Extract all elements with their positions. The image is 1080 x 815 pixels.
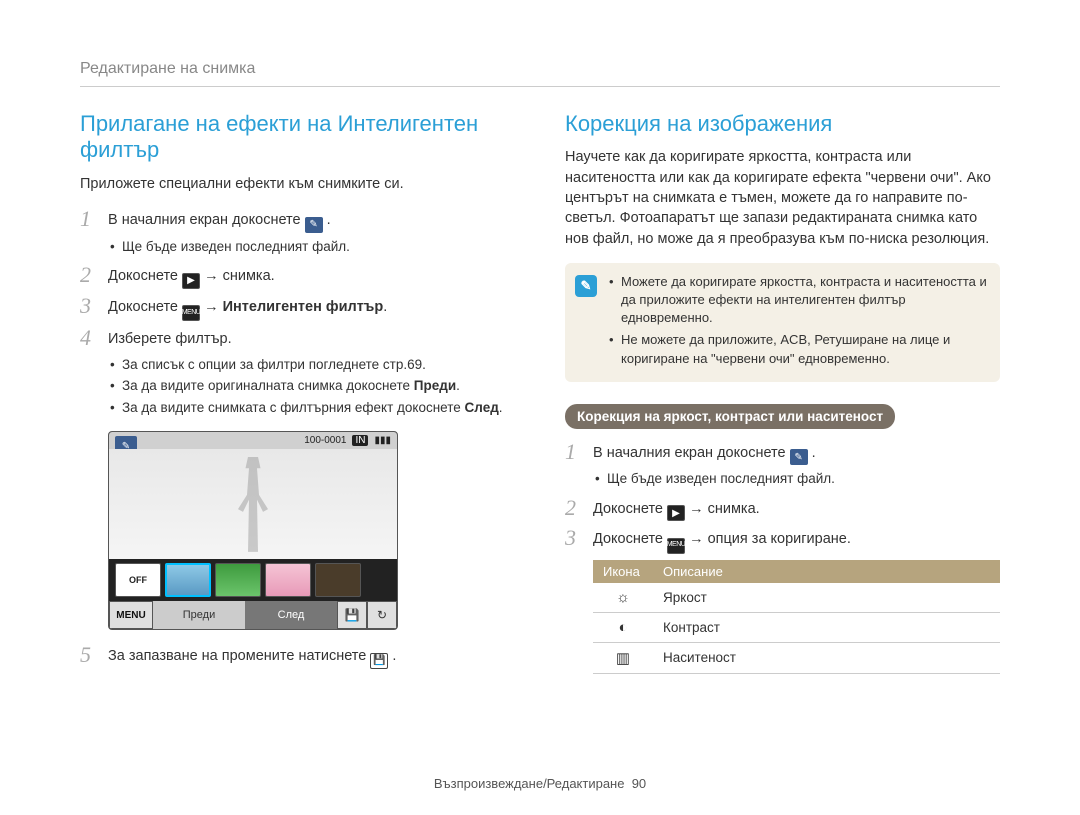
page-footer: Възпроизвеждане/Редактиране 90 [0,776,1080,791]
page-number: 90 [632,776,646,791]
left-column: Прилагане на ефекти на Интелигентен филт… [80,111,515,675]
left-step-5: 5 За запазване на промените натиснете 💾 … [80,644,515,669]
contrast-icon: ◐ [593,612,653,642]
step-text: Докоснете [593,531,667,547]
step-bullet: Ще бъде изведен последният файл. [108,237,515,257]
step-text: Докоснете [108,268,182,284]
camera-status-bar: ✎ 100-0001 IN ▮▮▮ [109,432,397,449]
step-number: 4 [80,327,98,349]
breadcrumb: Редактиране на снимка [80,60,1000,78]
filter-thumb[interactable] [315,563,361,597]
menu-button[interactable]: MENU [109,601,153,629]
save-button[interactable]: 💾 [337,601,367,629]
filter-thumbnails: OFF [109,559,397,601]
step-number: 3 [565,527,583,549]
step-bullet-bold: След [465,400,499,415]
note-box: ✎ Можете да коригирате яркостта, контрас… [565,263,1000,382]
step-text: В началния екран докоснете [108,212,305,228]
play-icon: ▶ [667,505,685,521]
step-text: Докоснете [108,299,182,315]
right-step-1: 1 В началния екран докоснете ✎ . Ще бъде… [565,441,1000,491]
step-bullet: Ще бъде изведен последният файл. [593,469,1000,489]
step-bullet-text: За да видите снимката с филтърния ефект … [122,400,465,415]
right-title: Корекция на изображения [565,111,1000,137]
top-divider [80,86,1000,87]
in-badge: IN [352,435,368,446]
rotate-button[interactable]: ↻ [367,601,397,629]
options-table: Икона Описание ☼ Яркост ◐ Контраст ▥ Нас… [593,560,1000,674]
step-number: 2 [565,497,583,519]
step-text: Изберете филтър. [108,331,232,347]
table-row: ◐ Контраст [593,612,1000,642]
edit-icon: ✎ [305,217,323,233]
step-text: Докоснете [593,501,667,517]
save-icon: 💾 [370,653,388,669]
camera-screenshot: ✎ 100-0001 IN ▮▮▮ OFF MENU Преди След [108,431,398,630]
before-button[interactable]: Преди [153,601,245,629]
right-intro: Научете как да коригирате яркостта, конт… [565,147,1000,248]
saturation-icon: ▥ [593,642,653,673]
footer-label: Възпроизвеждане/Редактиране [434,776,625,791]
step-bullet: За списък с опции за филтри погледнете с… [108,355,515,375]
table-row: ☼ Яркост [593,583,1000,613]
step-text: В началния екран докоснете [593,445,790,461]
step-text: → снимка. [204,268,275,284]
left-step-4: 4 Изберете филтър. За списък с опции за … [80,327,515,419]
cell-desc: Наситеност [653,642,1000,673]
step-text: → опция за коригиране. [689,531,851,547]
right-step-3: 3 Докоснете MENU → опция за коригиране. [565,527,1000,553]
right-column: Корекция на изображения Научете как да к… [565,111,1000,675]
step-number: 2 [80,264,98,286]
menu-icon: MENU [182,305,200,321]
th-icon: Икона [593,560,653,583]
file-counter: 100-0001 [304,435,346,446]
after-button[interactable]: След [245,601,337,629]
left-intro: Приложете специални ефекти към снимките … [80,174,515,194]
step-number: 3 [80,295,98,317]
cell-desc: Яркост [653,583,1000,613]
step-text: → снимка. [689,501,760,517]
filter-thumb[interactable] [265,563,311,597]
step-bold: Интелигентен филтър [223,299,384,315]
step-bullet: За да видите снимката с филтърния ефект … [108,398,515,418]
camera-bottom-bar: MENU Преди След 💾 ↻ [109,601,397,629]
step-text: За запазване на промените натиснете [108,648,370,664]
step-number: 5 [80,644,98,666]
table-row: ▥ Наситеност [593,642,1000,673]
note-item: Не можете да приложите, ACB, Ретуширане … [609,331,988,367]
cell-desc: Контраст [653,612,1000,642]
silhouette-icon [228,457,278,552]
filter-thumb[interactable] [215,563,261,597]
camera-preview [109,449,397,559]
step-number: 1 [80,208,98,230]
step-number: 1 [565,441,583,463]
menu-icon: MENU [667,538,685,554]
left-step-2: 2 Докоснете ▶ → снимка. [80,264,515,289]
play-icon: ▶ [182,273,200,289]
step-bullet-text: За да видите оригиналната снимка докосне… [122,378,414,393]
step-bullet: За да видите оригиналната снимка докосне… [108,376,515,396]
battery-icon: ▮▮▮ [374,435,391,446]
subsection-pill: Корекция на яркост, контраст или наситен… [565,404,895,429]
left-title: Прилагане на ефекти на Интелигентен филт… [80,111,515,164]
step-bullet-bold: Преди [414,378,456,393]
right-step-2: 2 Докоснете ▶ → снимка. [565,497,1000,522]
filter-off-thumb[interactable]: OFF [115,563,161,597]
edit-icon: ✎ [790,449,808,465]
note-item: Можете да коригирате яркостта, контраста… [609,273,988,328]
info-icon: ✎ [575,275,597,297]
left-step-3: 3 Докоснете MENU → Интелигентен филтър. [80,295,515,321]
filter-thumb[interactable] [165,563,211,597]
brightness-icon: ☼ [593,583,653,613]
left-step-1: 1 В началния екран докоснете ✎ . Ще бъде… [80,208,515,258]
arrow-icon: → [204,299,223,315]
th-desc: Описание [653,560,1000,583]
